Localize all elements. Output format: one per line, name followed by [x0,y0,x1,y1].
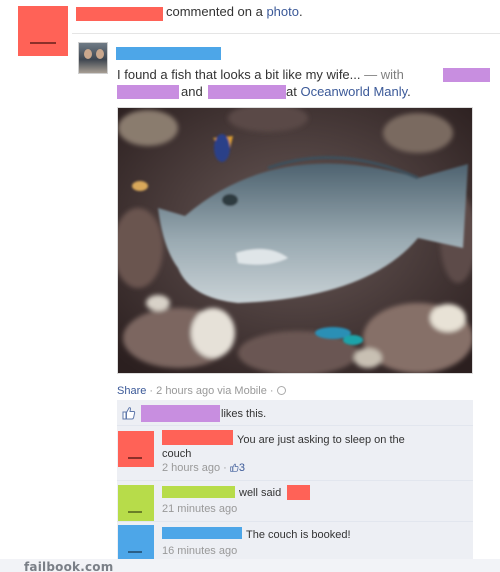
with-text: — with [360,67,404,82]
comment-3-author-redacted[interactable] [162,527,242,539]
comment-3-avatar-redacted[interactable] [118,525,154,561]
at-text: at [286,84,297,99]
post-author-avatar[interactable] [78,42,108,74]
comment-like-icon[interactable] [230,463,239,472]
comment-1-author-redacted[interactable] [162,430,233,445]
meta-sep-2: · [266,385,277,397]
location-link[interactable]: Oceanworld Manly [300,84,407,99]
likes-text: likes this. [221,408,267,420]
comment-3-text: The couch is booked! [246,529,351,541]
likers-redacted[interactable] [141,405,220,422]
comment-3-time[interactable]: 16 minutes ago [162,545,237,557]
and-text-wrap: and [181,83,203,100]
share-link[interactable]: Share [117,385,146,397]
tagged-friend-2-redacted[interactable] [208,85,286,99]
comment-2-avatar-redacted[interactable] [118,485,154,521]
post-author-name-redacted[interactable] [116,47,221,60]
tagged-friend-1b-redacted[interactable] [117,85,179,99]
story-suffix: . [299,4,303,19]
comment-2-author-redacted[interactable] [162,486,235,498]
post-meta: Share · 2 hours ago via Mobile · [117,385,286,397]
fish-photo-image [118,108,472,373]
comment-2-text: well said [239,487,282,499]
comment-1-text-cont: couch [162,448,192,460]
comment-2-time[interactable]: 21 minutes ago [162,503,237,515]
and-text: and [181,84,203,99]
post-photo[interactable] [117,107,473,374]
post-message: I found a fish that looks a bit like my … [117,66,497,83]
comment-1-text: You are just asking to sleep on the [237,434,405,446]
comment-1-like-count[interactable]: 3 [239,462,245,474]
watermark-text: failbook.com [24,560,114,572]
like-thumb-icon[interactable] [122,406,136,420]
privacy-globe-icon[interactable] [276,386,286,395]
post-message-text: I found a fish that looks a bit like my … [117,67,361,82]
comment-1-meta: 2 hours ago · 3 [162,462,245,474]
commenter-avatar-redacted[interactable] [18,6,68,56]
comment-1-avatar-redacted[interactable] [118,431,154,467]
location-suffix: . [407,84,411,99]
photo-link[interactable]: photo [266,4,299,19]
tagged-friend-1-redacted[interactable] [443,68,490,82]
location-wrap: at Oceanworld Manly. [286,83,411,100]
story-action-text: commented on a [166,4,267,19]
comment-2-mention-redacted[interactable] [287,485,310,500]
commenter-name-redacted[interactable] [76,7,163,21]
comment-1-time[interactable]: 2 hours ago [162,462,220,474]
story-header-text: commented on a photo. [166,4,303,19]
meta-sep-1: · [146,385,157,397]
story-divider [72,33,500,34]
post-timestamp[interactable]: 2 hours ago via Mobile [156,385,267,397]
comment-1-sep: · [220,462,230,474]
